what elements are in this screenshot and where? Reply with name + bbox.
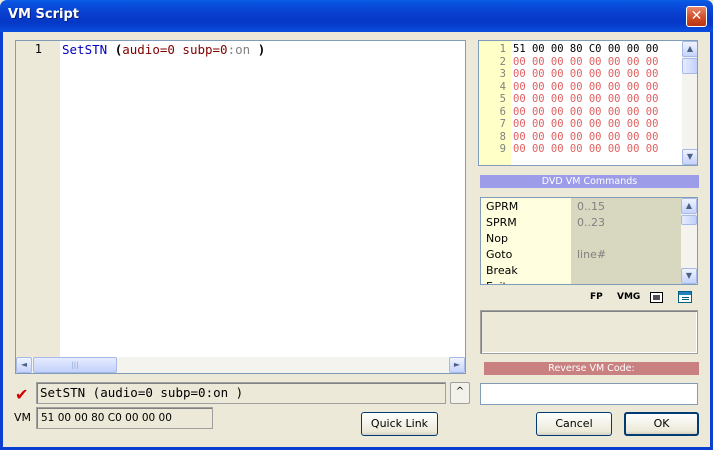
hex-line-bytes: 51 00 00 80 C0 00 00 00 bbox=[513, 43, 659, 55]
close-button[interactable]: ✕ bbox=[686, 6, 707, 27]
scroll-down-icon[interactable]: ▼ bbox=[681, 268, 697, 284]
hex-line-bytes: 00 00 00 00 00 00 00 00 bbox=[513, 68, 659, 80]
hex-line-number: 6 bbox=[499, 105, 506, 118]
menu-window-icon[interactable] bbox=[678, 291, 692, 303]
line-number-gutter: 1 bbox=[16, 41, 60, 357]
command-name: Goto bbox=[486, 248, 513, 261]
command-name: GPRM bbox=[486, 200, 519, 213]
script-editor[interactable]: 1 SetSTN (audio=0 subp=0:on ) ◄ ||| ► bbox=[15, 40, 466, 374]
reverse-vm-code-header: Reverse VM Code: bbox=[484, 362, 699, 375]
command-name: SPRM bbox=[486, 216, 517, 229]
command-list-item[interactable]: Nop bbox=[481, 231, 681, 247]
command-description-box bbox=[480, 310, 698, 354]
hex-line-number: 9 bbox=[499, 143, 506, 155]
vm-code-field: 51 00 00 80 C0 00 00 00 bbox=[36, 407, 213, 429]
hex-line-bytes: 00 00 00 00 00 00 00 00 bbox=[513, 105, 659, 118]
command-arg-hint: line# bbox=[577, 248, 607, 261]
hex-line-number: 4 bbox=[499, 80, 506, 93]
command-list-item[interactable]: SPRM 0..23 bbox=[481, 215, 681, 231]
command-list-item[interactable]: Goto line# bbox=[481, 247, 681, 263]
command-name: Nop bbox=[486, 232, 508, 245]
hex-line-bytes: 00 00 00 00 00 00 00 00 bbox=[513, 55, 659, 68]
vmg-button[interactable]: VMG bbox=[617, 292, 640, 302]
code-close-paren: ) bbox=[257, 42, 266, 57]
scroll-up-icon[interactable]: ▲ bbox=[681, 198, 697, 214]
command-input[interactable]: SetSTN (audio=0 subp=0:on ) bbox=[36, 382, 446, 404]
dvd-vm-commands-header: DVD VM Commands bbox=[480, 175, 699, 188]
hex-line-number: 5 bbox=[499, 93, 506, 105]
command-arg-hint: 0..15 bbox=[577, 200, 605, 213]
line-number: 1 bbox=[34, 42, 42, 56]
hex-line-number: 2 bbox=[499, 55, 506, 68]
ok-button[interactable]: OK bbox=[624, 412, 699, 436]
hex-vertical-scrollbar[interactable]: ▲ ▼ bbox=[682, 41, 697, 165]
command-name: Exit bbox=[486, 279, 507, 284]
scroll-down-icon[interactable]: ▼ bbox=[682, 149, 697, 165]
vm-label: VM bbox=[14, 411, 32, 424]
scroll-right-icon[interactable]: ► bbox=[449, 357, 465, 373]
code-line[interactable]: SetSTN (audio=0 subp=0:on ) bbox=[62, 42, 265, 57]
hex-line-bytes: 00 00 00 00 00 00 00 00 bbox=[513, 118, 659, 130]
hex-line-number: 3 bbox=[499, 68, 506, 80]
scroll-up-icon[interactable]: ▲ bbox=[682, 41, 697, 57]
window-title: VM Script bbox=[8, 7, 79, 22]
dvd-vm-commands-list[interactable]: GPRM0..15SPRM0..23NopGotoline#BreakExit … bbox=[480, 197, 698, 285]
close-icon: ✕ bbox=[690, 8, 703, 24]
code-args: audio=0 subp=0 bbox=[122, 42, 228, 57]
scroll-left-icon[interactable]: ◄ bbox=[16, 357, 32, 373]
scroll-thumb[interactable]: ||| bbox=[33, 357, 117, 373]
window-frame-left bbox=[0, 32, 3, 450]
scroll-thumb[interactable] bbox=[681, 215, 697, 225]
hex-line-number: 7 bbox=[499, 118, 506, 130]
title-set-icon[interactable] bbox=[650, 292, 663, 303]
command-name: Break bbox=[486, 264, 518, 277]
hex-line-bytes: 00 00 00 00 00 00 00 00 bbox=[513, 130, 659, 143]
command-list-item[interactable]: GPRM 0..15 bbox=[481, 199, 681, 215]
title-bar[interactable] bbox=[0, 0, 713, 32]
command-history-button[interactable]: ^ bbox=[450, 382, 470, 404]
scroll-thumb[interactable] bbox=[682, 58, 697, 74]
cancel-button[interactable]: Cancel bbox=[536, 412, 612, 436]
check-icon: ✔ bbox=[15, 385, 29, 404]
hex-line-number: 8 bbox=[499, 130, 506, 143]
hex-line-bytes: 00 00 00 00 00 00 00 00 bbox=[513, 93, 659, 105]
hex-line-bytes: 00 00 00 00 00 00 00 00 bbox=[513, 80, 659, 93]
command-list-item[interactable]: Break bbox=[481, 263, 681, 279]
hex-line-number: 1 bbox=[499, 43, 506, 55]
code-command: SetSTN bbox=[62, 42, 108, 57]
reverse-vm-code-input[interactable] bbox=[480, 383, 698, 405]
editor-horizontal-scrollbar[interactable]: ◄ ||| ► bbox=[16, 357, 465, 373]
command-arg-hint: 0..23 bbox=[577, 216, 605, 229]
commands-vertical-scrollbar[interactable]: ▲ ▼ bbox=[681, 198, 697, 284]
quick-link-button[interactable]: Quick Link bbox=[361, 412, 438, 436]
hex-view[interactable]: 1 51 00 00 80 C0 00 00 00 2 00 00 00 00 00 … bbox=[478, 40, 698, 166]
fp-button[interactable]: FP bbox=[590, 292, 603, 302]
command-list-item[interactable]: Exit bbox=[481, 279, 681, 284]
code-on-flag: :on bbox=[227, 42, 251, 57]
hex-line-bytes: 00 00 00 00 00 00 00 00 bbox=[513, 143, 659, 155]
